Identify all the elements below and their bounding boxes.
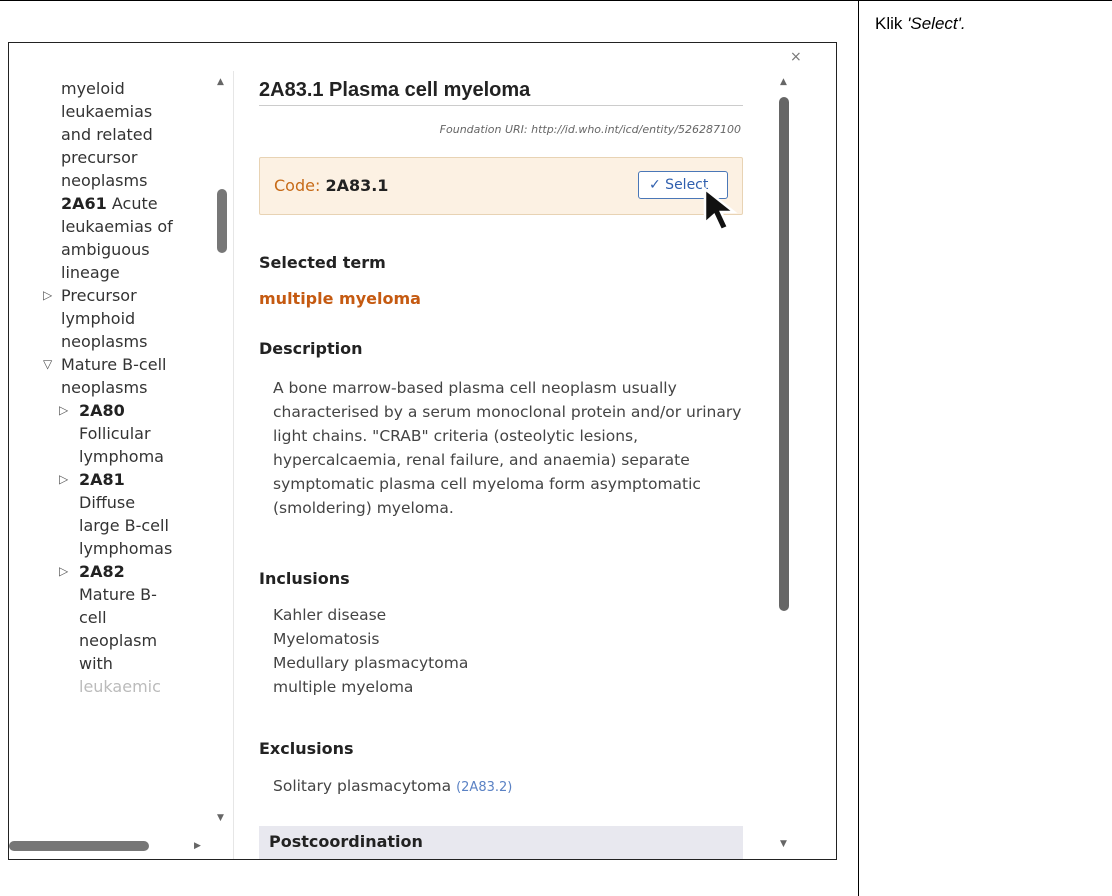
tree-horizontal-scrollbar-thumb[interactable] [9, 841, 149, 851]
list-item: Medullary plasmacytoma [273, 654, 469, 672]
pane-divider [233, 71, 234, 859]
instruction-prefix: Klik [875, 14, 908, 33]
code-value: 2A83.1 [325, 176, 389, 195]
close-icon[interactable]: × [790, 50, 802, 64]
list-item: multiple myeloma [273, 678, 414, 696]
list-item: Myelomatosis [273, 630, 380, 648]
tree-code: 2A80 [79, 401, 125, 420]
tree-line: Acute [111, 194, 158, 213]
tree-line: Follicular [79, 424, 151, 443]
postcoordination-header[interactable]: Postcoordination [259, 826, 743, 859]
instruction-emphasis: 'Select'. [907, 14, 966, 33]
tree-item-precursor-lymphoid[interactable]: ▷ Precursor lymphoid neoplasms [43, 284, 221, 353]
classification-tree: myeloid leukaemias and related precursor… [9, 43, 237, 859]
code-label: Code: 2A83.1 [274, 176, 388, 195]
tree-vertical-scrollbar-thumb[interactable] [217, 189, 227, 253]
description-heading: Description [259, 339, 363, 358]
tree-item-2a80[interactable]: ▷ 2A80 Follicular lymphoma [59, 399, 221, 468]
detail-vertical-scrollbar-thumb[interactable] [779, 97, 789, 611]
tree-line: neoplasms [61, 378, 148, 397]
inclusions-list: Kahler disease Myelomatosis Medullary pl… [273, 603, 468, 699]
exclusion-code-link[interactable]: (2A83.2) [456, 780, 512, 795]
code-box: Code: 2A83.1 ✓ Select [259, 157, 743, 215]
tree-line: with [79, 654, 113, 673]
tree-line: precursor [61, 148, 138, 167]
expanded-triangle-icon[interactable]: ▽ [43, 353, 52, 376]
tree-line: and related [61, 125, 153, 144]
collapsed-triangle-icon[interactable]: ▷ [59, 560, 68, 583]
tree-item-2a82[interactable]: ▷ 2A82 Mature B- cell neoplasm with leuk… [59, 560, 221, 698]
tree-item-mature-b-cell[interactable]: ▽ Mature B-cell neoplasms [43, 353, 221, 399]
tree-line: Mature B-cell [61, 355, 167, 374]
collapsed-triangle-icon[interactable]: ▷ [59, 468, 68, 491]
tree-line: Mature B- [79, 585, 157, 604]
tree-line: leukaemias of [61, 217, 173, 236]
tree-line: myeloid [61, 79, 125, 98]
tree-line: large B-cell [79, 516, 169, 535]
tree-line: neoplasms [61, 171, 148, 190]
tree-item-myeloid[interactable]: myeloid leukaemias and related precursor… [61, 77, 221, 192]
scroll-right-arrow-icon[interactable]: ▶ [194, 841, 201, 851]
tree-line: cell [79, 608, 107, 627]
tree-content: myeloid leukaemias and related precursor… [43, 77, 221, 698]
tree-line: Diffuse [79, 493, 136, 512]
mouse-pointer-icon [703, 186, 738, 232]
tree-line: lineage [61, 263, 120, 282]
scroll-up-arrow-icon[interactable]: ▲ [780, 77, 787, 87]
scroll-down-arrow-icon[interactable]: ▼ [217, 813, 224, 823]
tree-item-2a81[interactable]: ▷ 2A81 Diffuse large B-cell lymphomas [59, 468, 221, 560]
tree-line: lymphoma [79, 447, 164, 466]
entity-title: 2A83.1 Plasma cell myeloma [259, 79, 531, 101]
title-divider [259, 105, 743, 106]
code-label-text: Code: [274, 176, 326, 195]
description-text: A bone marrow-based plasma cell neoplasm… [273, 379, 742, 517]
tree-line: ambiguous [61, 240, 150, 259]
table-column-divider [858, 0, 859, 896]
tree-line: neoplasms [61, 332, 148, 351]
tree-line: neoplasm [79, 631, 158, 650]
inclusions-heading: Inclusions [259, 569, 350, 588]
selected-term-heading: Selected term [259, 253, 386, 272]
tree-line: Precursor [61, 286, 137, 305]
scroll-up-arrow-icon[interactable]: ▲ [217, 77, 224, 87]
foundation-uri: Foundation URI: http://id.who.int/icd/en… [439, 123, 741, 136]
tree-line: leukaemias [61, 102, 153, 121]
tree-code: 2A61 [61, 194, 107, 213]
tree-code: 2A82 [79, 562, 125, 581]
exclusion-item: Solitary plasmacytoma (2A83.2) [273, 777, 512, 795]
list-item: Kahler disease [273, 606, 387, 624]
exclusions-heading: Exclusions [259, 739, 354, 758]
tree-item-2a61[interactable]: 2A61 Acute leukaemias of ambiguous linea… [61, 192, 221, 284]
scroll-down-arrow-icon[interactable]: ▼ [780, 839, 787, 849]
instruction-text: Klik 'Select'. [875, 14, 966, 34]
collapsed-triangle-icon[interactable]: ▷ [59, 399, 68, 422]
exclusion-text: Solitary plasmacytoma [273, 777, 452, 795]
collapsed-triangle-icon[interactable]: ▷ [43, 284, 52, 307]
screenshot-window: × myeloid leukaemias and related precurs… [8, 42, 837, 860]
tree-line: lymphomas [79, 539, 173, 558]
tree-line: lymphoid [61, 309, 136, 328]
tree-line: leukaemic [79, 677, 161, 696]
selected-term: multiple myeloma [259, 289, 421, 308]
entity-detail-pane: 2A83.1 Plasma cell myeloma Foundation UR… [259, 43, 755, 859]
table-top-border [0, 0, 1112, 1]
tree-code: 2A81 [79, 470, 125, 489]
